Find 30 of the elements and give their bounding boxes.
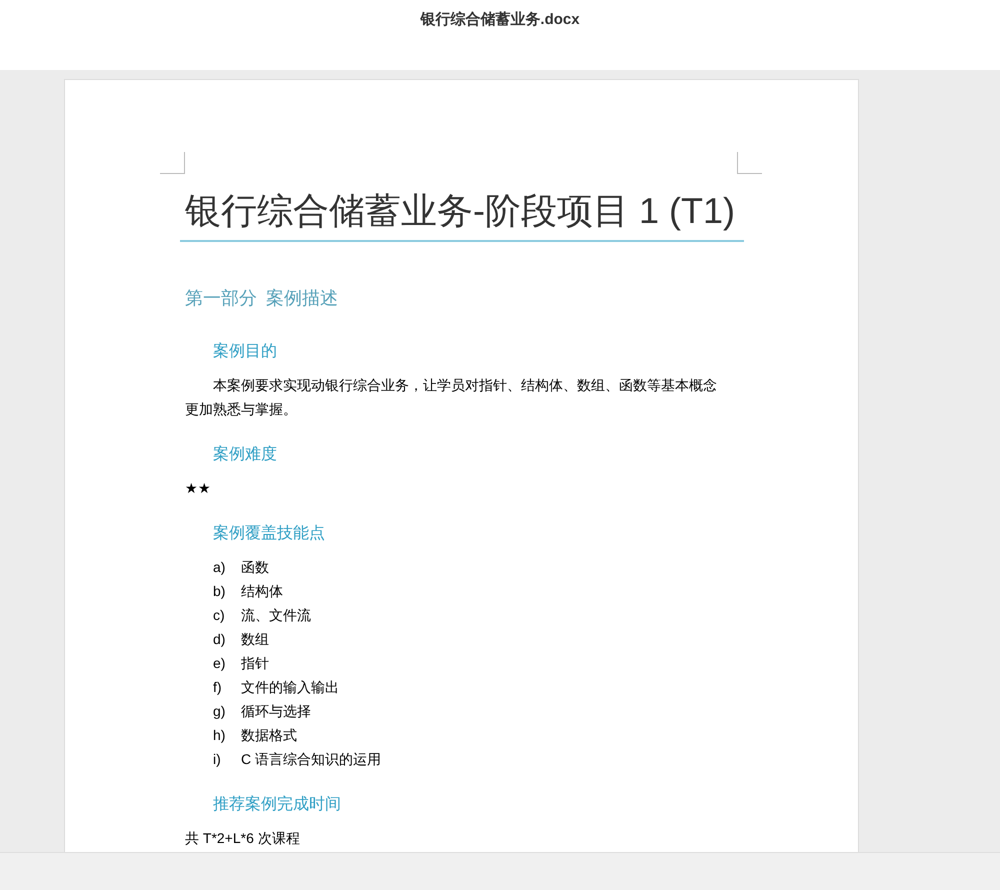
paragraph: 共 T*2+L*6 次课程	[185, 829, 301, 848]
paragraph: ★★	[185, 479, 212, 498]
list-item: 流、文件流	[241, 606, 311, 625]
section-heading: 第一部分 案例描述	[185, 287, 339, 310]
list-item: 文件的输入输出	[241, 678, 339, 697]
list-item: 数据格式	[241, 726, 297, 745]
list-item: 函数	[241, 558, 269, 577]
heading: 案例覆盖技能点	[212, 523, 326, 544]
list-marker: e)	[213, 654, 226, 673]
list-marker: d)	[213, 630, 226, 649]
list-marker: f)	[213, 678, 223, 697]
list-item: 数组	[241, 630, 269, 649]
heading: 案例难度	[212, 444, 278, 465]
list-marker: b)	[213, 582, 226, 601]
document-title: 银行综合储蓄业务-阶段项目 1 (T1)	[180, 186, 744, 242]
list-item: C 语言综合知识的运用	[241, 750, 381, 769]
heading: 案例目的	[212, 341, 278, 362]
list-marker: a)	[213, 558, 226, 577]
list-item: 结构体	[241, 582, 283, 601]
corner-mark	[737, 152, 762, 174]
corner-mark	[160, 152, 185, 174]
list-marker: c)	[213, 606, 226, 625]
list-marker: i)	[213, 750, 222, 769]
paragraph: 本案例要求实现动银行综合业务，让学员对指针、结构体、数组、函数等基本概念更加熟悉与掌握。	[185, 376, 718, 419]
list-item: 指针	[241, 654, 269, 673]
list-marker: g)	[213, 702, 226, 721]
window-title: 银行综合储蓄业务.docx	[420, 10, 580, 30]
list-item: 循环与选择	[241, 702, 311, 721]
heading: 推荐案例完成时间	[212, 794, 342, 815]
list-marker: h)	[213, 726, 226, 745]
